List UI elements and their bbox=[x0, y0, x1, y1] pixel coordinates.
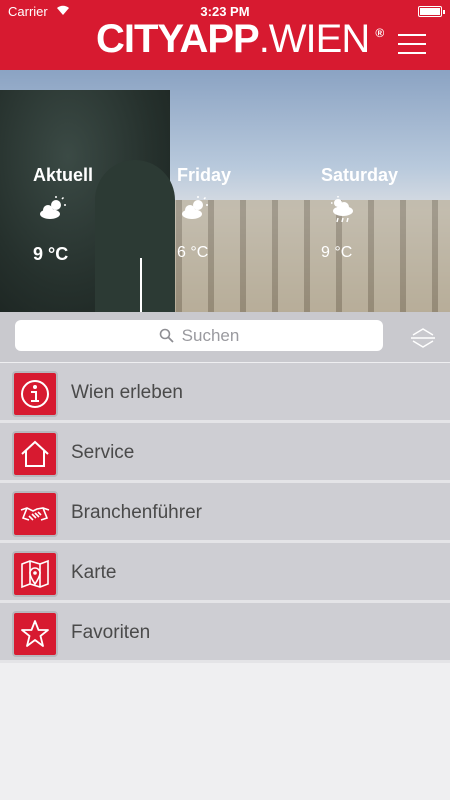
handshake-icon bbox=[20, 507, 50, 521]
search-icon bbox=[159, 328, 174, 343]
info-icon bbox=[21, 380, 49, 408]
registered-mark: ® bbox=[375, 26, 384, 40]
weather-divider bbox=[140, 258, 142, 312]
menu-item-wien-erleben[interactable]: Wien erleben bbox=[0, 363, 450, 423]
menu-item-label: Favoriten bbox=[71, 622, 151, 643]
hamburger-menu-icon[interactable] bbox=[398, 34, 426, 54]
battery-icon bbox=[418, 6, 445, 17]
search-input[interactable]: Suchen bbox=[15, 320, 383, 351]
weather-temp: 6 °C bbox=[177, 244, 209, 261]
weather-temp: 9 °C bbox=[33, 244, 69, 264]
weather-temp: 9 °C bbox=[321, 244, 353, 261]
menu-item-label: Service bbox=[71, 442, 135, 463]
sun-behind-cloud-icon bbox=[40, 196, 66, 219]
search-placeholder: Suchen bbox=[181, 325, 240, 345]
main-menu-list: Wien erleben Service Branchenführer Kart… bbox=[0, 363, 450, 663]
app-logo: CITYAPP.WIEN ® bbox=[96, 14, 384, 64]
menu-item-karte[interactable]: Karte bbox=[0, 543, 450, 603]
weather-column-today: Aktuell 9 °C bbox=[33, 165, 153, 265]
sun-rain-cloud-icon bbox=[331, 196, 353, 223]
menu-item-label: Branchenführer bbox=[71, 502, 202, 523]
weather-day: Aktuell bbox=[33, 165, 94, 185]
weather-banner: Aktuell 9 °C Friday 6 °C Saturday 9 °C bbox=[0, 70, 450, 312]
weather-day: Saturday bbox=[321, 165, 399, 185]
menu-item-branchenfuehrer[interactable]: Branchenführer bbox=[0, 483, 450, 543]
sun-behind-cloud-icon bbox=[182, 196, 208, 219]
app-header: Carrier 3:23 PM CITYAPP.WIEN ® bbox=[0, 0, 450, 70]
home-icon bbox=[21, 440, 49, 467]
star-icon bbox=[21, 620, 49, 647]
search-bar: Suchen bbox=[0, 312, 450, 362]
weather-day: Friday bbox=[177, 165, 232, 185]
menu-item-label: Wien erleben bbox=[71, 382, 183, 403]
weather-column-day2: Saturday 9 °C bbox=[321, 165, 441, 262]
weather-column-day1: Friday 6 °C bbox=[177, 165, 297, 262]
menu-item-service[interactable]: Service bbox=[0, 423, 450, 483]
map-pin-icon bbox=[21, 559, 49, 589]
menu-item-favoriten[interactable]: Favoriten bbox=[0, 603, 450, 663]
sort-arrows-icon[interactable] bbox=[408, 322, 438, 352]
menu-item-label: Karte bbox=[71, 562, 117, 583]
